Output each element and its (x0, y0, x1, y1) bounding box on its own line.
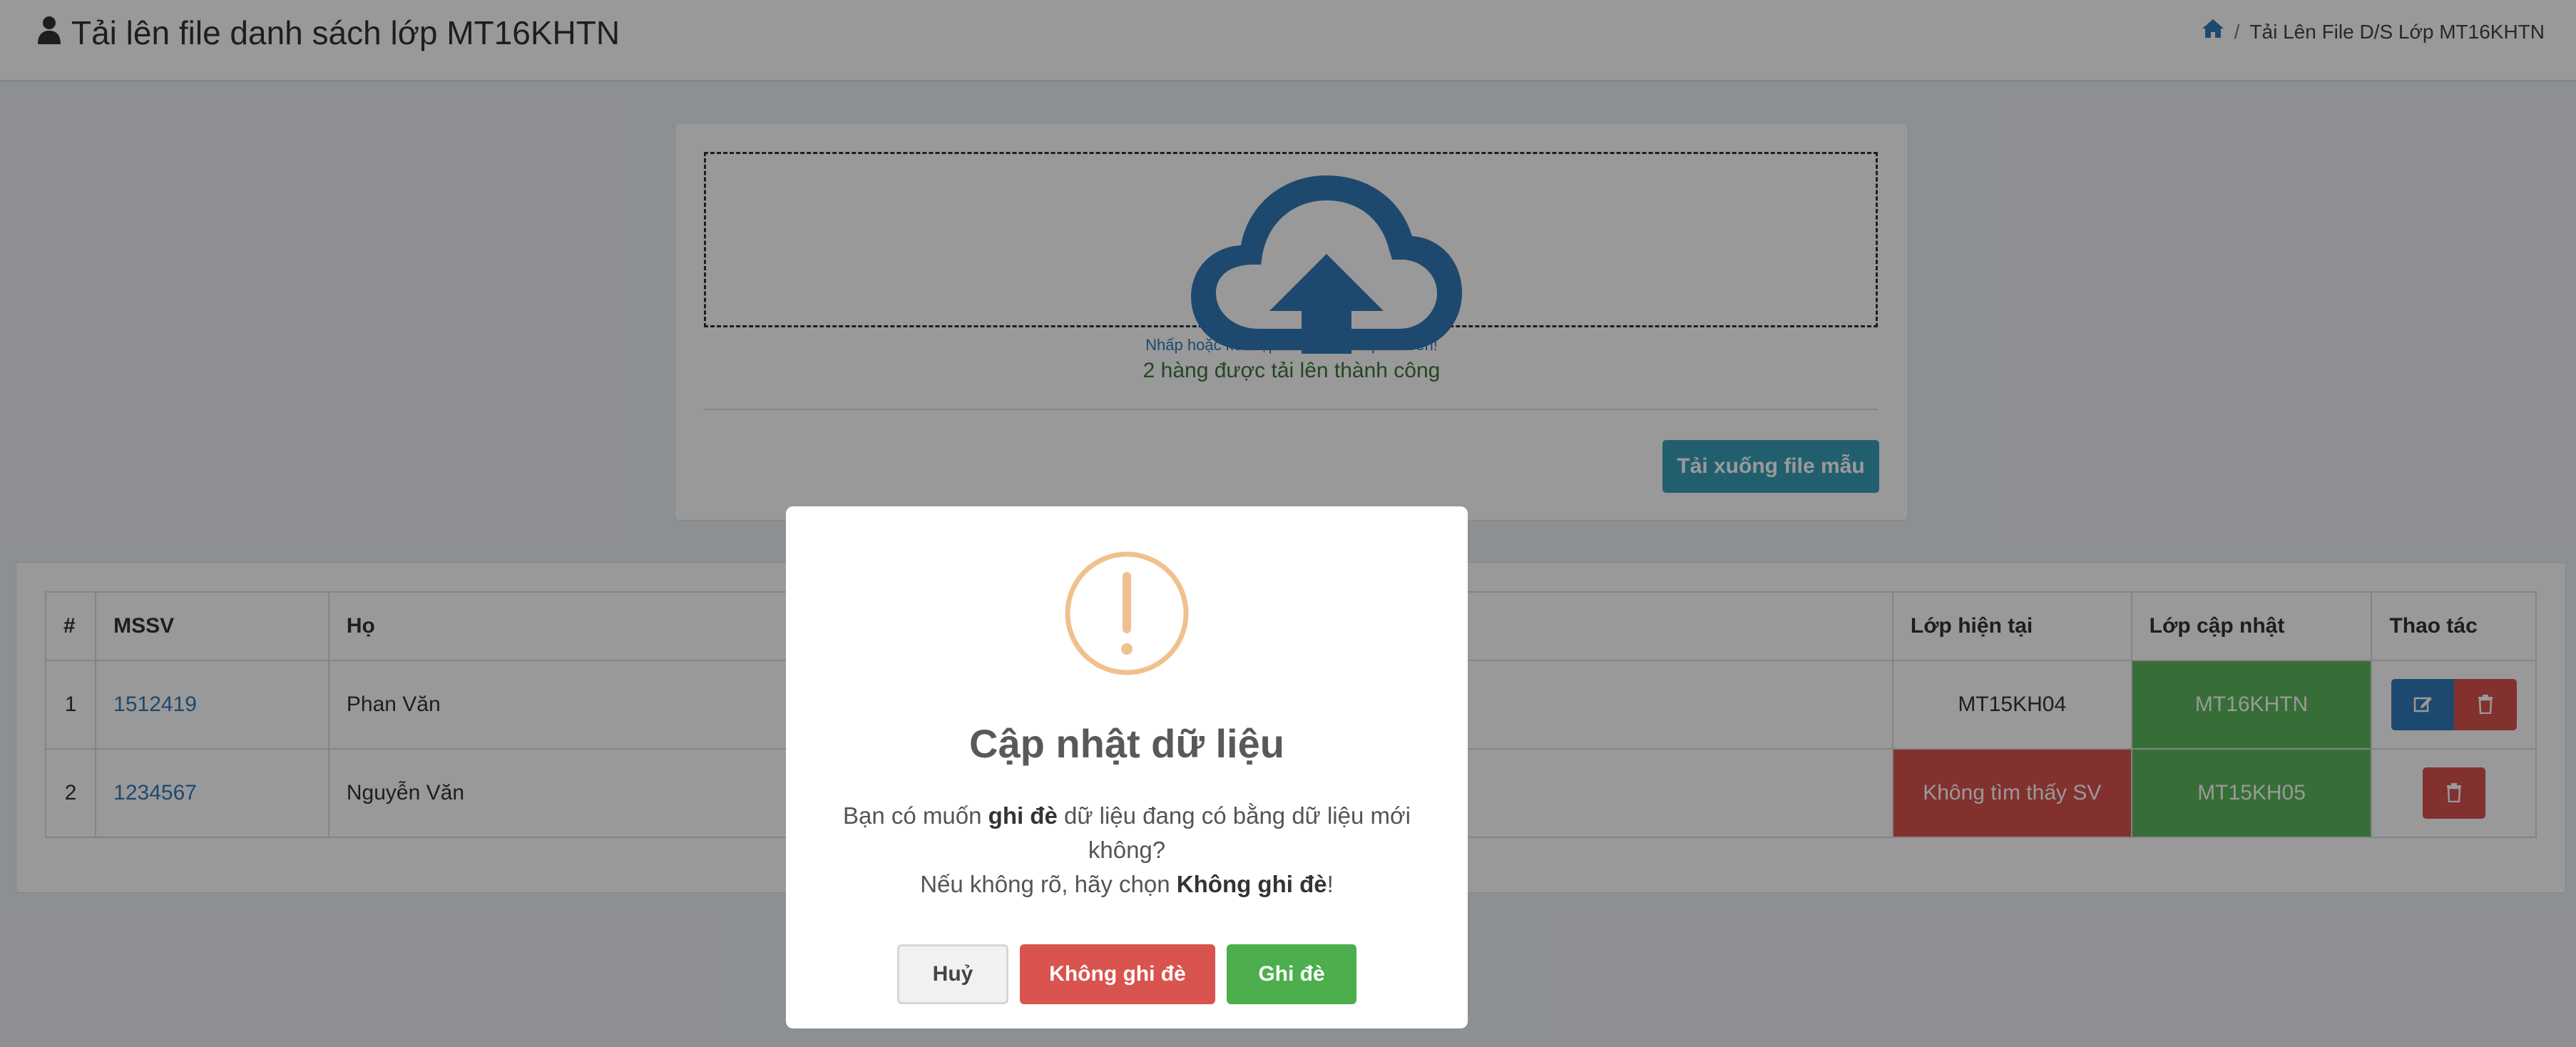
no-overwrite-button[interactable]: Không ghi đè (1020, 944, 1215, 1004)
dialog-message: Bạn có muốn ghi đè dữ liệu đang có bằng … (836, 799, 1418, 902)
confirm-dialog: Cập nhật dữ liệu Bạn có muốn ghi đè dữ l… (786, 506, 1468, 1028)
message-bold: Không ghi đè (1176, 871, 1327, 897)
cancel-button[interactable]: Huỷ (897, 944, 1008, 1004)
message-text: Bạn có muốn (843, 802, 988, 829)
dialog-title: Cập nhật dữ liệu (969, 721, 1284, 766)
dialog-actions: Huỷ Không ghi đè Ghi đè (786, 944, 1468, 1004)
message-text: ! (1327, 871, 1334, 897)
overwrite-button[interactable]: Ghi đè (1227, 944, 1356, 1004)
message-text: Nếu không rõ, hãy chọn (920, 871, 1177, 897)
message-bold: ghi đè (988, 802, 1058, 829)
exclamation-icon (1064, 551, 1190, 680)
message-text: dữ liệu đang có bằng dữ liệu mới không? (1057, 802, 1411, 863)
